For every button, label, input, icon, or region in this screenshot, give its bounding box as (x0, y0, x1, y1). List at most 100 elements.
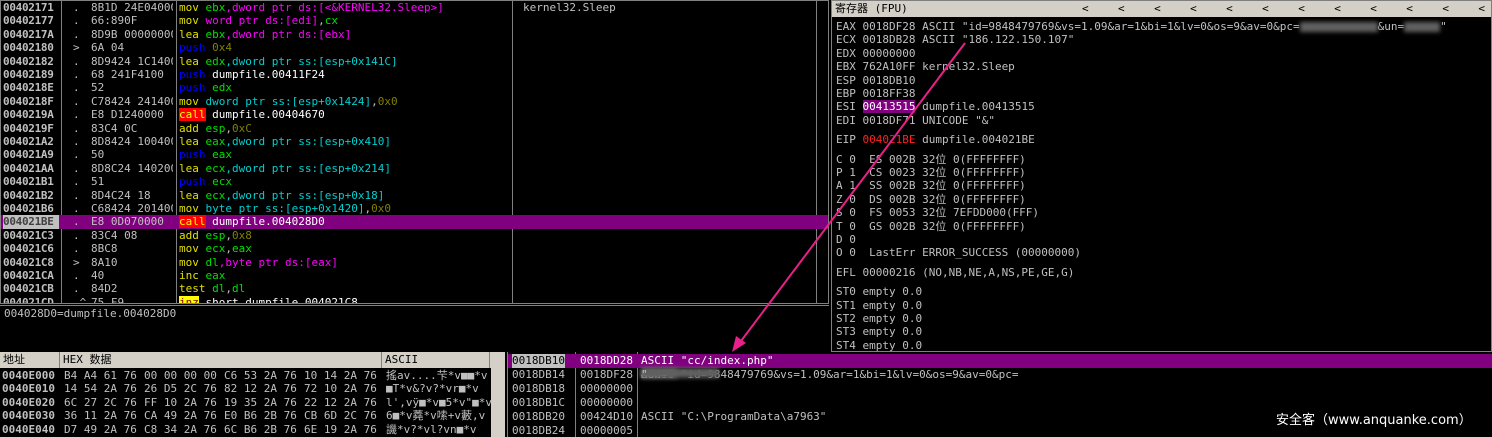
disasm-row[interactable]: 0040219F. 83C4 0C add esp,0xC (1, 122, 828, 135)
stack-row[interactable]: 0018DB18 00000000 (508, 382, 1492, 396)
scroll-left-arrow-icon[interactable]: < (1226, 1, 1233, 17)
disasm-row[interactable]: 004021CA. 40 inc eax (1, 269, 828, 282)
register-line[interactable]: EBP 0018FF38 (836, 87, 915, 100)
dump-scrollbar[interactable] (491, 352, 505, 437)
scroll-left-arrow-icon[interactable]: < (1190, 1, 1197, 17)
scroll-left-arrow-icon[interactable]: < (1298, 1, 1305, 17)
disasm-row[interactable]: 00402182. 8D9424 1C140000 lea edx,dword pt… (1, 55, 828, 68)
disasm-row[interactable]: 004021A9. 50 push eax (1, 148, 828, 161)
disasm-row[interactable]: 004021CB. 84D2 test dl,dl (1, 282, 828, 295)
disasm-row[interactable]: 00402180 >6A 04 push 0x4 (1, 41, 828, 54)
register-line[interactable]: ECX 0018DB28 ASCII "186.122.150.107" (836, 33, 1074, 46)
disasm-row[interactable]: 0040217A. 8D9B 00000000 lea ebx,dword ptr … (1, 28, 828, 41)
disasm-row[interactable]: 004021C8 >8A10 mov dl,byte ptr ds:[eax] (1, 256, 828, 269)
jump-marker: . (73, 14, 80, 28)
instruction: lea eax,dword ptr ss:[esp+0x410] (179, 135, 391, 148)
hex-group: 6E 19 2A 76 (304, 422, 377, 436)
instruction-token: ,byte ptr ds:[eax] (218, 255, 338, 269)
disasm-row[interactable]: 0040219A. E8 D1240000 call dumpfile.004046… (1, 108, 828, 122)
disasm-row[interactable]: 004021AA. 8D8C24 14020000 lea ecx,dword pt… (1, 162, 828, 175)
disasm-row[interactable]: 00402171. 8B1D 24E04000 mov ebx,dword ptr … (1, 1, 828, 14)
hex-bytes: 8D9B 00000000 (91, 27, 173, 41)
hex-group: 6C B6 2B 76 (224, 422, 297, 436)
disasm-row[interactable]: 004021A2. 8D8424 10040000 lea eax,dword pt… (1, 135, 828, 148)
registers-pane[interactable]: 寄存器 (FPU) < < < < < < < < < < < < EAX 0018DF28 ASCI… (831, 0, 1492, 352)
register-line[interactable]: ESP 0018DB10 (836, 74, 915, 87)
address: 0040E040 (2, 422, 55, 436)
disasm-row[interactable]: 004021B1. 51 push ecx (1, 175, 828, 188)
flag-line[interactable]: O 0 LastErr ERROR_SUCCESS (00000000) (836, 246, 1081, 259)
scroll-left-arrow-icon[interactable]: < (1442, 1, 1449, 17)
register-eip[interactable]: EIP 004021BE dumpfile.004021BE (836, 133, 1035, 146)
registers-title: 寄存器 (FPU) (835, 2, 908, 15)
disassembly-pane[interactable]: 00402171. 8B1D 24E04000 mov ebx,dword ptr … (0, 0, 829, 304)
jump-marker: . (73, 282, 80, 296)
jump-marker: . (73, 108, 80, 122)
instruction-token: byte ptr ss:[esp+0x1420] (205, 202, 365, 215)
info-line: 004028D0=dumpfile.004028D0 (0, 305, 829, 321)
scroll-left-arrow-icon[interactable]: < (1370, 1, 1377, 17)
fpu-register[interactable]: ST2 empty 0.0 (836, 312, 922, 325)
register-efl[interactable]: EFL 00000216 (NO,NB,NE,A,NS,PE,GE,G) (836, 266, 1074, 279)
disasm-row[interactable]: 004021C6. 8BC8 mov ecx,eax (1, 242, 828, 255)
flag-line[interactable]: C 0 ES 002B 32位 0(FFFFFFFF) (836, 153, 1026, 166)
register-eax[interactable]: EAX 0018DF28 ASCII "id=9848479769&vs=1.0… (836, 20, 1447, 33)
scroll-left-arrow-icon[interactable]: < (1154, 1, 1161, 17)
register-line[interactable]: EBX 762A10FF kernel32.Sleep (836, 60, 1015, 73)
flag-line[interactable]: S 0 FS 0053 32位 7EFDD000(FFF) (836, 206, 1039, 219)
text: EIP (836, 133, 863, 147)
scroll-left-arrow-icon[interactable]: < (1262, 1, 1269, 17)
register-esi[interactable]: ESI 00413515 dumpfile.00413515 (836, 100, 1035, 114)
instruction-token: cx (324, 14, 338, 28)
stack-row[interactable]: 0018DB14 0018DF28 ASCII "id=9848479769&vs=… (508, 368, 1492, 382)
scroll-left-arrow-icon[interactable]: < (1406, 1, 1413, 17)
registers-title-bar[interactable]: 寄存器 (FPU) < < < < < < < < < < < < (832, 1, 1491, 17)
disasm-row[interactable]: 0040218F. C78424 24140000 mov dword ptr ss… (1, 95, 828, 108)
flag-line[interactable]: P 1 CS 0023 32位 0(FFFFFFFF) (836, 166, 1026, 179)
address: 004021AA (3, 161, 54, 175)
dump-row[interactable]: 0040E030 36 11 2A 76 CA 49 2A 76 E0 B6 2B 7… (0, 409, 490, 422)
flag-line[interactable]: D 0 (836, 233, 856, 246)
hex-group: 22 12 2A 76 (304, 395, 377, 409)
fpu-register[interactable]: ST1 empty 0.0 (836, 299, 922, 312)
register-line[interactable]: EDX 00000000 (836, 47, 915, 60)
disasm-row[interactable]: 004021CD .^ 75 F9 jnz short dumpfile.004021… (1, 295, 828, 303)
stack-row[interactable]: 0018DB10 0018DD28 ASCII "cc/index.php" (508, 354, 1492, 368)
fpu-register[interactable]: ST4 empty 0.0 (836, 339, 922, 351)
scroll-left-arrow-icon[interactable]: < (1118, 1, 1125, 17)
disasm-row[interactable]: 0040218E. 52 push edx (1, 81, 828, 94)
disasm-row[interactable]: 004021B2. 8D4C24 18 lea ecx,dword ptr ss:[… (1, 189, 828, 202)
disasm-row[interactable]: 004021B6. C68424 20140000 mov byte ptr ss:… (1, 202, 828, 215)
register-edi[interactable]: EDI 0018DF71 UNICODE "&" (836, 114, 995, 127)
fpu-register[interactable]: ST3 empty 0.0 (836, 325, 922, 338)
flag-line[interactable]: T 0 GS 002B 32位 0(FFFFFFFF) (836, 220, 1026, 233)
instruction-token: lea (179, 135, 206, 148)
hex-dump-pane[interactable]: 地址 HEX 数据 ASCII 0040E000 B4 A4 61 76 00 00… (0, 352, 505, 437)
disasm-row[interactable]: 004021C3. 83C4 08 add esp,0x8 (1, 229, 828, 242)
instruction: push edx (179, 81, 232, 94)
scroll-left-arrow-icon[interactable]: < (1478, 1, 1485, 17)
dump-row[interactable]: 0040E000 B4 A4 61 76 00 00 00 00 C6 53 2A 7… (0, 369, 490, 382)
dump-row[interactable]: 0040E020 6C 27 2C 76 FF 10 2A 76 19 35 2A 7… (0, 395, 492, 409)
dump-header-ascii[interactable]: ASCII (382, 352, 490, 368)
scroll-left-arrow-icon[interactable]: < (1082, 1, 1089, 17)
dump-row[interactable]: 0040E040 D7 49 2A 76 C8 34 2A 76 6C B6 2B 7… (0, 423, 490, 436)
disasm-row[interactable]: 004021BE. E8 0D070000 call dumpfile.004028… (1, 215, 828, 229)
dump-header-hex[interactable]: HEX 数据 (60, 352, 382, 368)
flag-line[interactable]: Z 0 DS 002B 32位 0(FFFFFFFF) (836, 193, 1026, 206)
flag-line[interactable]: A 1 SS 002B 32位 0(FFFFFFFF) (836, 179, 1026, 192)
instruction: mov dl,byte ptr ds:[eax] (179, 256, 338, 269)
stack-address: 0018DB18 (512, 382, 565, 395)
fpu-register[interactable]: ST0 empty 0.0 (836, 285, 922, 298)
hex-group: C8 34 2A 76 (144, 422, 217, 436)
instruction: call dumpfile.004028D0 (179, 215, 325, 229)
disasm-row[interactable]: 00402189. 68 241F4100 push dumpfile.00411F… (1, 68, 828, 81)
hex-bytes: 84D2 (91, 282, 118, 296)
dump-row[interactable]: 0040E010 14 54 2A 76 26 D5 2C 76 82 12 2A 7… (0, 382, 490, 395)
stack-row[interactable]: 0018DB1C 00000000 (508, 396, 1492, 410)
scroll-left-arrow-icon[interactable]: < (1334, 1, 1341, 17)
dump-header-address[interactable]: 地址 (0, 352, 60, 368)
stack-address: 0018DB10 (512, 354, 565, 368)
instruction: lea edx,dword ptr ss:[esp+0x141C] (179, 55, 398, 68)
disasm-row[interactable]: 00402177. 66:890F mov word ptr ds:[edi],cx (1, 14, 828, 27)
